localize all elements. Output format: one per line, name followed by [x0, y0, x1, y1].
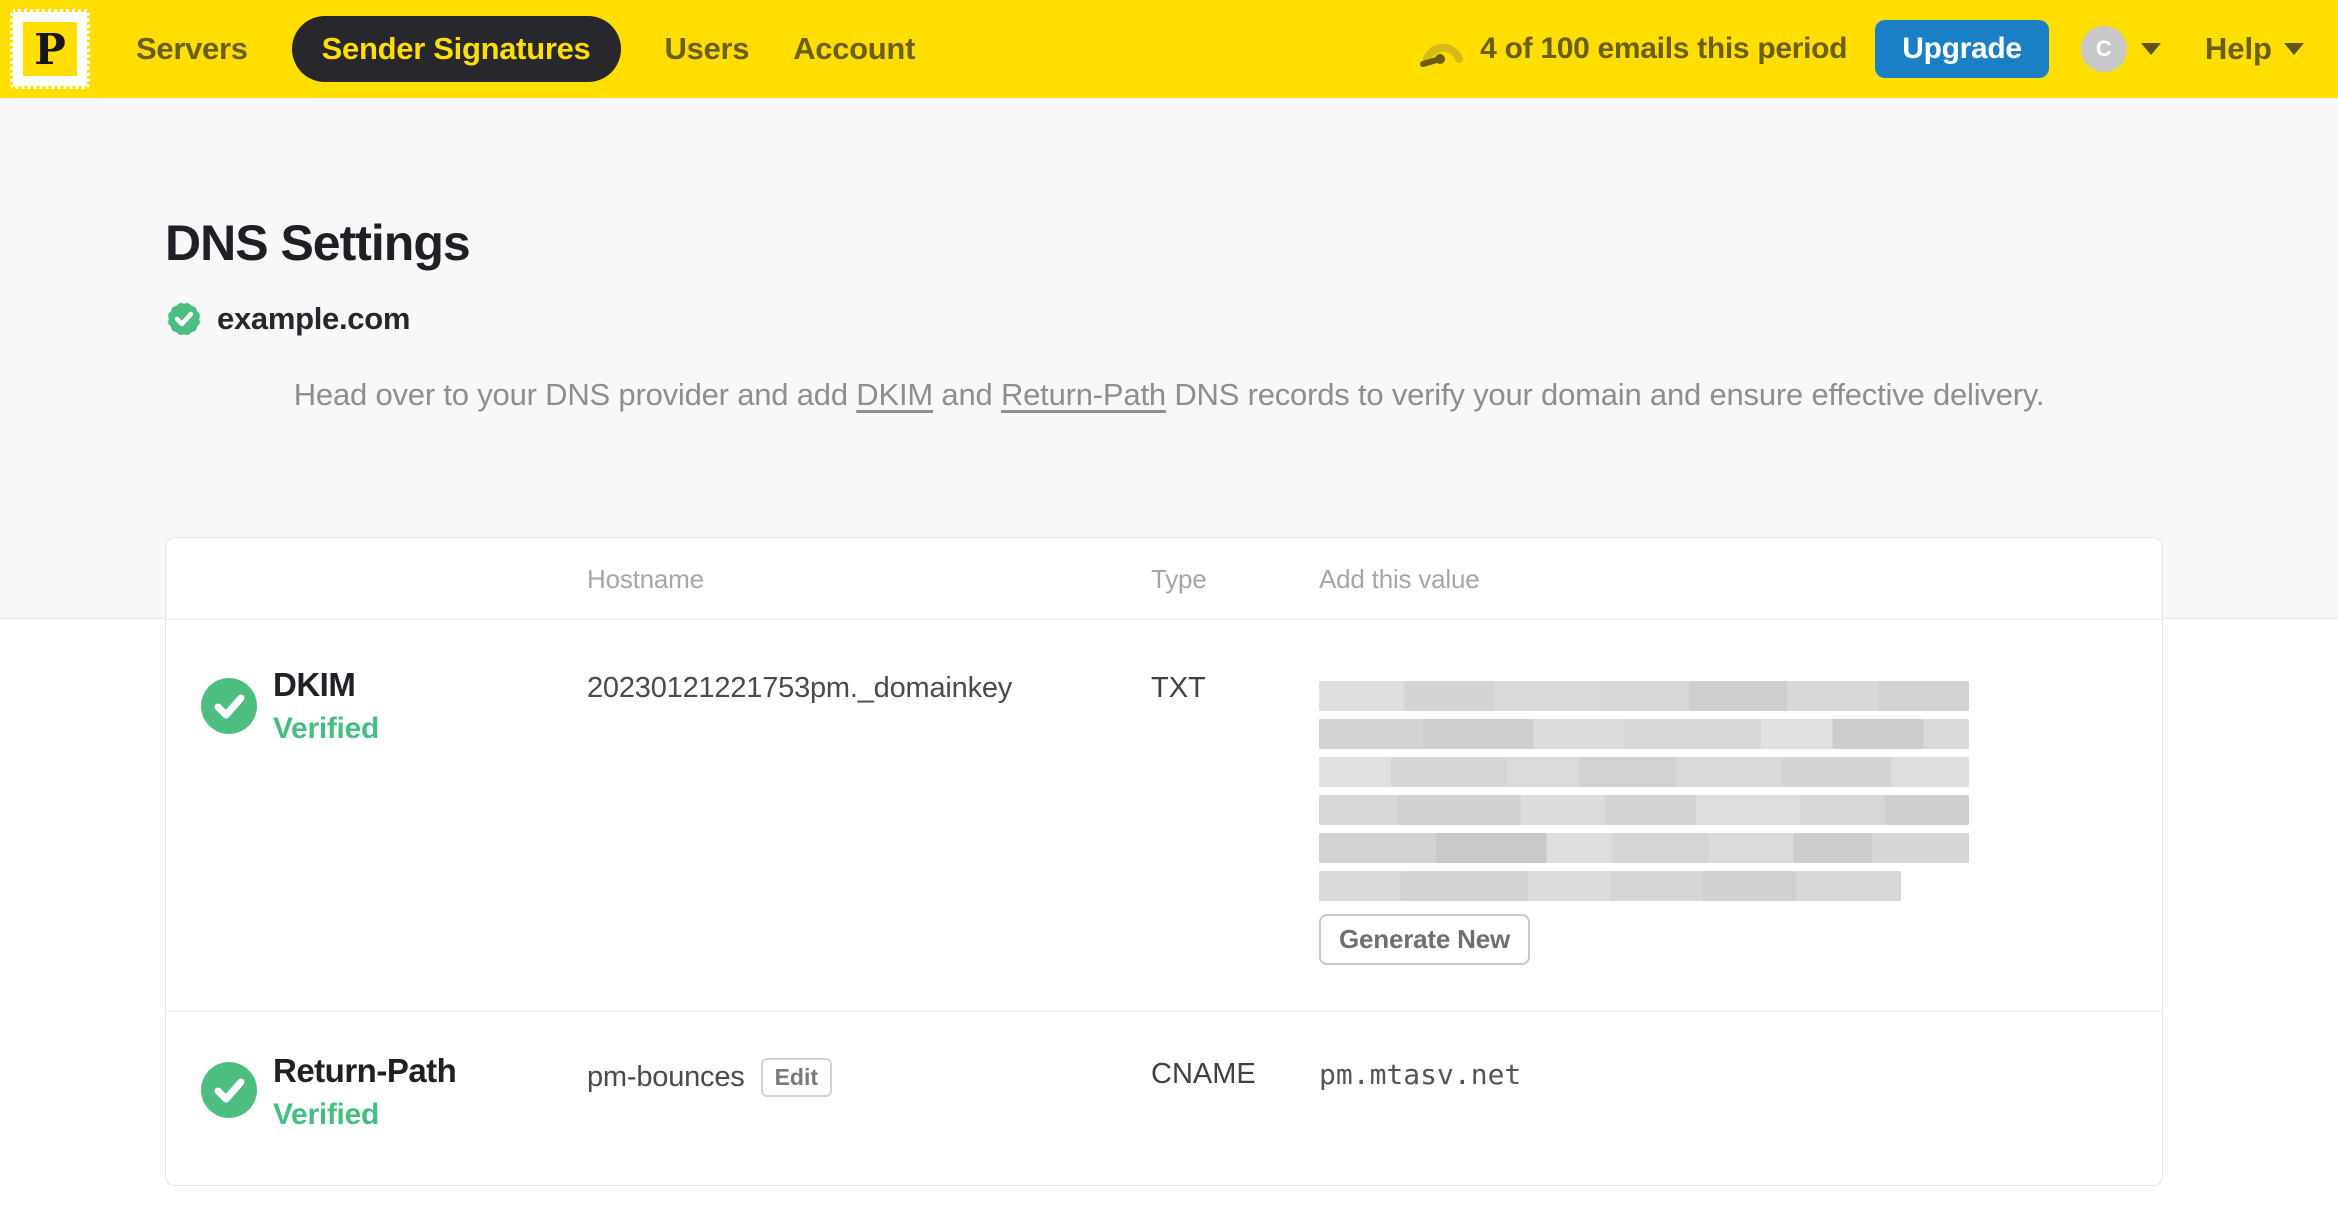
page-title: DNS Settings — [165, 215, 471, 271]
column-header-value: Add this value — [1319, 564, 1480, 594]
avatar[interactable]: C — [2080, 26, 2127, 72]
record-type: CNAME — [1151, 1058, 1256, 1090]
nav-right-cluster: 4 of 100 emails this period Upgrade C He… — [1420, 20, 2304, 78]
redacted-value-bar — [1319, 681, 1969, 711]
column-header-type: Type — [1151, 564, 1207, 594]
postmark-logo-icon[interactable]: P — [10, 9, 90, 89]
caret-down-icon — [2140, 43, 2161, 55]
redacted-value-bar — [1319, 795, 1969, 825]
help-label: Help — [2204, 31, 2272, 66]
generate-new-button[interactable]: Generate New — [1319, 914, 1531, 965]
description-text: and — [933, 377, 1001, 412]
help-menu[interactable]: Help — [2205, 31, 2304, 67]
domain-row: example.com — [165, 300, 410, 338]
nav-item-account[interactable]: Account — [793, 31, 915, 67]
status-badge: Verified — [273, 1098, 379, 1131]
edit-button[interactable]: Edit — [760, 1058, 833, 1097]
usage-counter: 4 of 100 emails this period — [1480, 32, 1848, 65]
redacted-value-bar — [1319, 757, 1969, 787]
page-description: Head over to your DNS provider and add D… — [0, 370, 2338, 419]
status-badge: Verified — [273, 712, 379, 745]
column-header-hostname: Hostname — [587, 564, 704, 594]
caret-down-icon — [2284, 43, 2304, 55]
nav-item-users[interactable]: Users — [665, 31, 750, 67]
check-circle-icon — [201, 678, 257, 734]
redacted-value — [1319, 681, 1969, 909]
record-value: pm.mtasv.net — [1319, 1058, 1522, 1091]
table-header: Hostname Type Add this value — [166, 538, 2162, 620]
table-row-dkim: DKIM Verified 20230121221753pm._domainke… — [166, 620, 2162, 1012]
nav-item-servers[interactable]: Servers — [136, 31, 248, 67]
nav-item-sender-signatures[interactable]: Sender Signatures — [291, 16, 621, 82]
description-text: DNS records to verify your domain and en… — [1165, 377, 2045, 412]
return-path-link[interactable]: Return-Path — [1001, 377, 1166, 412]
upgrade-button[interactable]: Upgrade — [1875, 20, 2049, 78]
record-hostname: pm-bounces — [587, 1061, 745, 1093]
usage-gauge-icon — [1420, 43, 1464, 67]
record-hostname-group: pm-bounces Edit — [587, 1058, 833, 1097]
redacted-value-bar — [1319, 719, 1969, 749]
top-nav: P Servers Sender Signatures Users Accoun… — [0, 0, 2338, 98]
record-type: TXT — [1151, 672, 1206, 704]
record-hostname: 20230121221753pm._domainkey — [587, 672, 1013, 704]
table-row-return-path: Return-Path Verified pm-bounces Edit CNA… — [166, 1012, 2162, 1185]
record-name: DKIM — [273, 666, 356, 703]
redacted-value-bar — [1319, 833, 1969, 863]
description-text: Head over to your DNS provider and add — [293, 377, 857, 412]
postmark-logo-letter: P — [23, 22, 77, 76]
check-circle-icon — [201, 1062, 257, 1118]
dns-records-card: Hostname Type Add this value DKIM Verifi… — [165, 537, 2163, 1186]
domain-name: example.com — [217, 301, 411, 336]
record-name: Return-Path — [273, 1052, 457, 1089]
redacted-value-bar — [1319, 871, 1901, 901]
dkim-link[interactable]: DKIM — [856, 377, 933, 412]
account-menu[interactable]: C — [2080, 26, 2161, 72]
primary-nav: Servers Sender Signatures Users Account — [136, 16, 915, 82]
verified-seal-icon — [165, 300, 203, 338]
